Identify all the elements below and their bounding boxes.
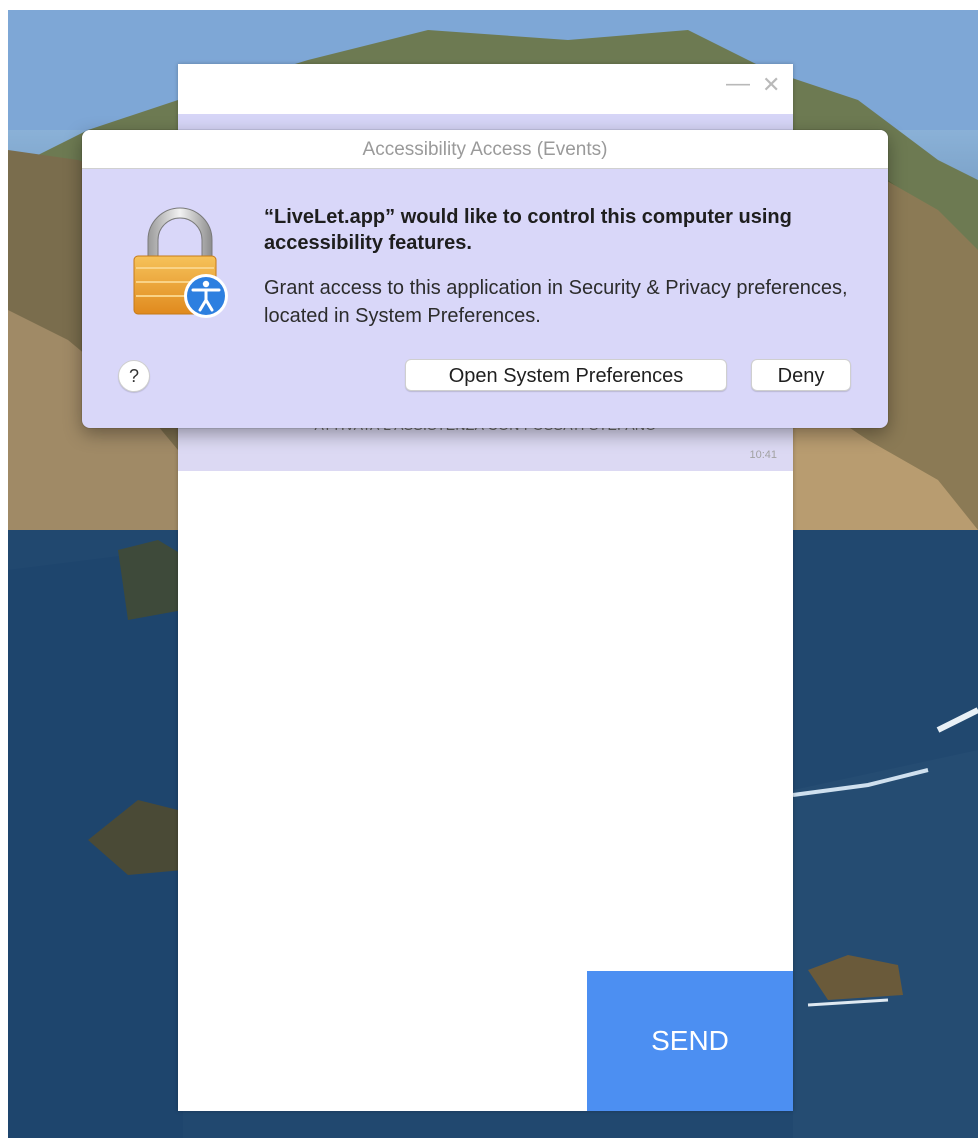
accessibility-alert-dialog: Accessibility Access (Events) “LiveLet.a…: [82, 130, 888, 428]
deny-button[interactable]: Deny: [751, 359, 851, 391]
minimize-button[interactable]: —: [726, 72, 750, 96]
alert-title: Accessibility Access (Events): [82, 130, 888, 169]
help-button[interactable]: ?: [118, 360, 150, 392]
alert-body: Grant access to this application in Secu…: [264, 277, 848, 327]
accessibility-icon: [184, 274, 228, 318]
send-button[interactable]: SEND: [587, 971, 793, 1111]
alert-heading: “LiveLet.app” would like to control this…: [264, 206, 792, 254]
lock-icon: [133, 207, 228, 318]
close-button[interactable]: ✕: [762, 73, 780, 97]
system-message-time: 10:41: [749, 449, 777, 461]
open-system-preferences-button[interactable]: Open System Preferences: [405, 359, 727, 391]
